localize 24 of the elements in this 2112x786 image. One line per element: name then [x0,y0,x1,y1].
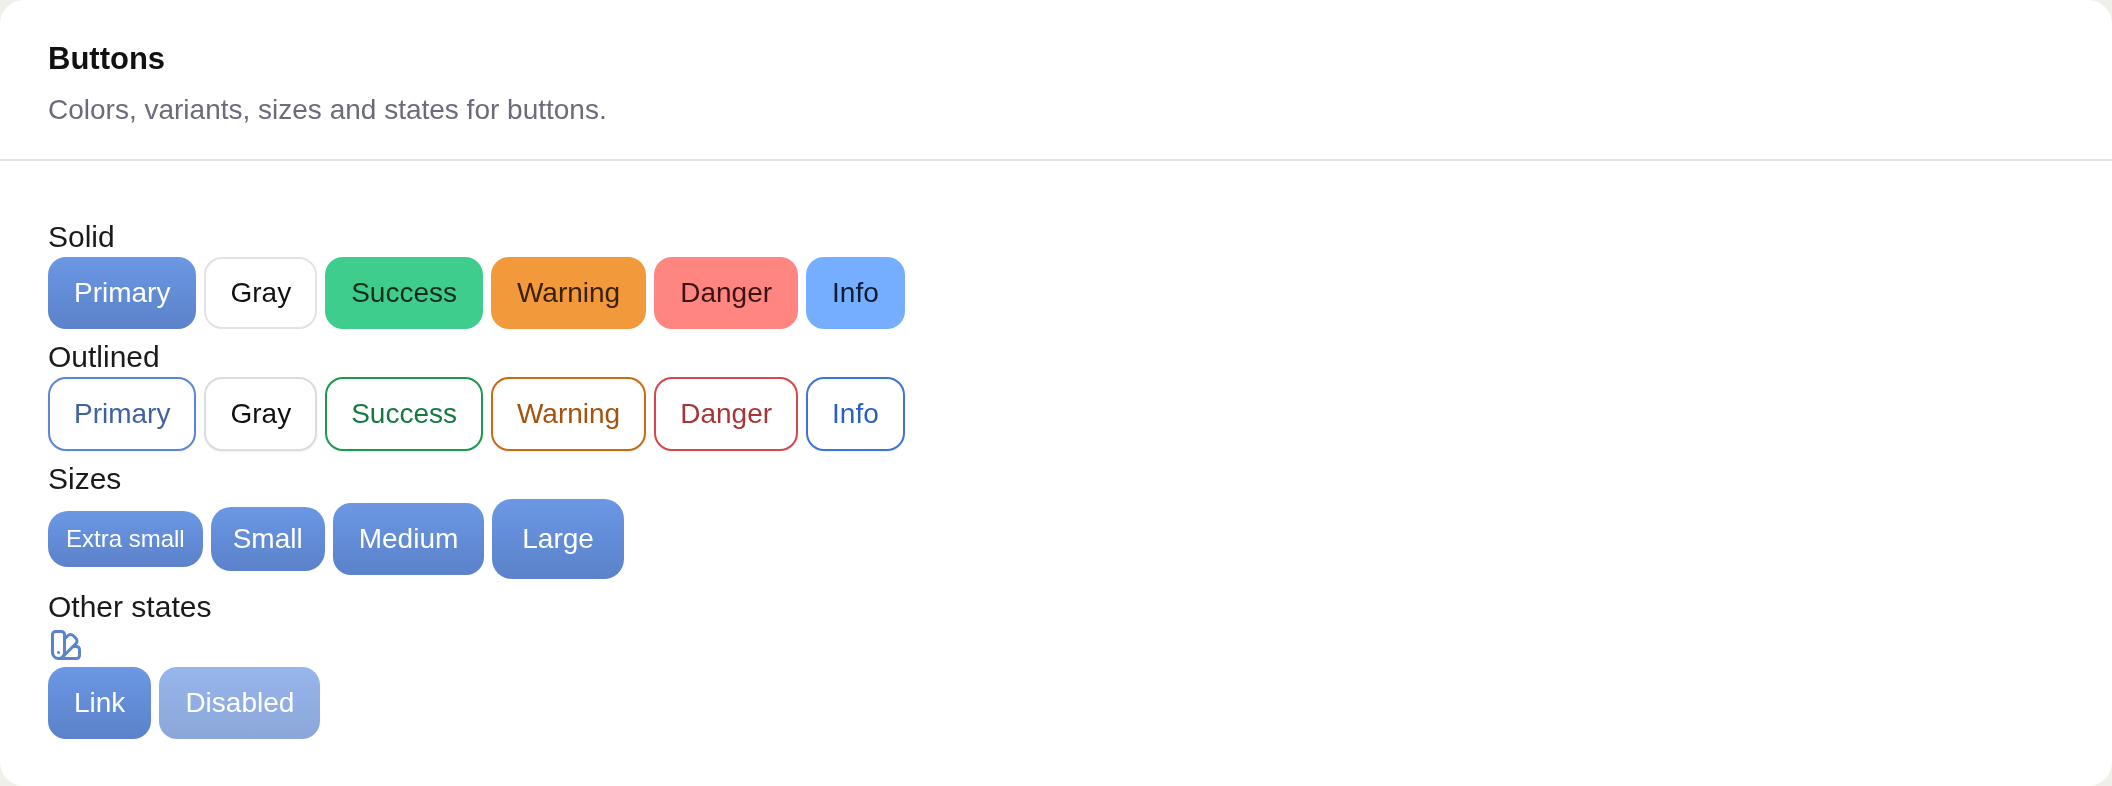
section-label: Outlined [48,341,160,373]
solid-button[interactable]: Link [48,667,152,739]
outlined-button[interactable]: Warning [490,377,647,451]
outlined-button[interactable]: Danger [654,377,799,451]
solid-button[interactable]: Medium [332,503,485,575]
section-label: Sizes [48,463,122,495]
section-label: Other states [48,591,212,623]
outlined-button[interactable]: Info [806,377,905,451]
solid-button[interactable]: Success [325,257,483,329]
outlined-button[interactable]: Gray [204,377,318,451]
solid-button[interactable]: Info [806,257,905,329]
solid-button[interactable]: Large [492,499,624,579]
card-title: Buttons [48,41,166,77]
solid-button[interactable]: Gray [204,257,318,329]
solid-button[interactable]: Danger [654,257,799,329]
solid-button[interactable]: Small [210,507,325,571]
solid-button[interactable]: Warning [490,257,647,329]
card-subtitle: Colors, variants, sizes and states for buttons. [48,93,607,127]
outlined-button[interactable]: Success [325,377,483,451]
solid-button[interactable]: Primary [48,257,197,329]
outlined-button[interactable]: Primary [48,377,197,451]
solid-button[interactable]: Extra small [48,511,203,567]
swatch-book-icon[interactable] [48,627,84,663]
section-label: Solid [48,221,115,253]
